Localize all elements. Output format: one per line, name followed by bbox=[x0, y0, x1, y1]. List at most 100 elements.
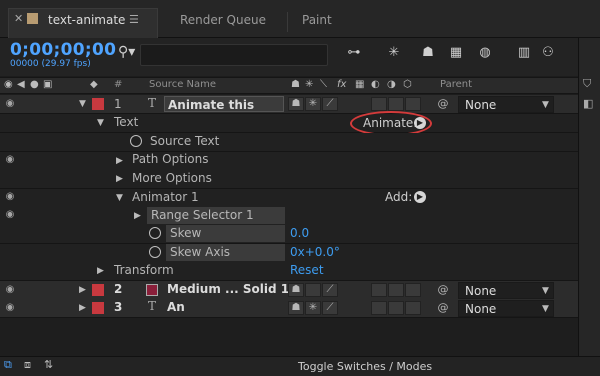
empty-layer-area[interactable] bbox=[0, 318, 578, 356]
quality-switch-header-icon[interactable]: ⟍ bbox=[320, 79, 327, 90]
source-text-label[interactable]: Source Text bbox=[150, 134, 219, 148]
switch-box[interactable] bbox=[405, 301, 421, 315]
expand-triangle-icon[interactable]: ▶ bbox=[79, 303, 86, 313]
shy-switch-icon[interactable]: ☗ bbox=[288, 97, 304, 111]
label-color-swatch[interactable] bbox=[92, 284, 104, 296]
quality-switch-icon[interactable]: ⟋ bbox=[322, 97, 338, 111]
current-time-display[interactable]: 0;00;00;00 bbox=[10, 40, 116, 60]
layer-switches-icon[interactable]: ⧉ bbox=[4, 358, 12, 372]
switch-box[interactable] bbox=[371, 97, 387, 111]
lock-column-icon[interactable]: ▣ bbox=[43, 79, 52, 90]
eye-icon[interactable]: ◉ bbox=[4, 302, 16, 314]
brainstorm-icon[interactable]: ⚇ bbox=[540, 45, 556, 61]
switch-box[interactable] bbox=[388, 283, 404, 297]
label-color-swatch[interactable] bbox=[92, 302, 104, 314]
parent-select[interactable]: None bbox=[458, 96, 554, 113]
eye-icon[interactable]: ◉ bbox=[4, 209, 16, 221]
switch-box[interactable] bbox=[405, 283, 421, 297]
graph-editor-icon[interactable]: ▥ bbox=[516, 45, 532, 61]
more-options-label[interactable]: More Options bbox=[132, 171, 212, 185]
tab-paint[interactable]: Paint bbox=[302, 8, 332, 32]
effects-switch-header[interactable]: fx bbox=[337, 79, 346, 90]
expand-triangle-icon[interactable]: ▶ bbox=[134, 211, 141, 221]
quality-switch-icon[interactable]: ⟋ bbox=[322, 301, 338, 315]
collapse-switch-icon[interactable]: ✳ bbox=[305, 97, 321, 111]
switch-box[interactable] bbox=[371, 283, 387, 297]
parent-select[interactable]: None bbox=[458, 300, 554, 317]
expand-triangle-icon[interactable]: ▶ bbox=[79, 285, 86, 295]
shy-switch-header-icon[interactable]: ☗ bbox=[291, 79, 300, 90]
transfer-controls-icon[interactable]: ⧈ bbox=[24, 358, 31, 372]
shy-switch-icon[interactable]: ☗ bbox=[288, 301, 304, 315]
close-icon[interactable]: ✕ bbox=[14, 12, 23, 25]
layer-name[interactable]: An bbox=[167, 300, 185, 314]
expand-triangle-icon[interactable]: ▼ bbox=[116, 193, 123, 203]
collapse-switch-header-icon[interactable]: ✳ bbox=[305, 79, 313, 90]
toggle-switches-modes-button[interactable]: Toggle Switches / Modes bbox=[298, 360, 432, 373]
parent-header[interactable]: Parent bbox=[440, 79, 472, 90]
switch-box[interactable] bbox=[405, 97, 421, 111]
switch-box[interactable] bbox=[388, 97, 404, 111]
shy-switch-icon[interactable]: ☗ bbox=[288, 283, 304, 297]
label-color-swatch[interactable] bbox=[92, 98, 104, 110]
switch-box[interactable] bbox=[388, 301, 404, 315]
pickwhip-icon[interactable]: @ bbox=[436, 301, 450, 315]
expand-triangle-icon[interactable]: ▶ bbox=[116, 156, 123, 166]
collapse-switch-box[interactable] bbox=[305, 283, 321, 297]
transform-label[interactable]: Transform bbox=[114, 263, 174, 277]
motion-blur-icon[interactable]: ◍ bbox=[477, 45, 493, 61]
switch-box[interactable] bbox=[371, 301, 387, 315]
stopwatch-icon[interactable] bbox=[149, 246, 161, 258]
pickwhip-icon[interactable]: @ bbox=[436, 283, 450, 297]
3d-layer-header-icon[interactable]: ⬡ bbox=[403, 79, 412, 90]
eye-icon[interactable]: ◉ bbox=[4, 98, 16, 110]
layer-name[interactable]: Medium ... Solid 1 bbox=[167, 282, 289, 296]
skew-axis-value[interactable]: 0x+0.0° bbox=[290, 245, 340, 259]
panel-options-icon[interactable]: ⛉ bbox=[583, 77, 591, 91]
video-column-icon[interactable]: ◉ bbox=[4, 79, 13, 90]
add-label[interactable]: Add: bbox=[385, 190, 412, 204]
expand-triangle-icon[interactable]: ▶ bbox=[97, 266, 104, 276]
audio-column-icon[interactable]: ◀ bbox=[17, 79, 25, 90]
path-options-label[interactable]: Path Options bbox=[132, 152, 208, 166]
expand-triangle-icon[interactable]: ▼ bbox=[79, 99, 86, 109]
chevron-down-icon[interactable]: ▼ bbox=[542, 286, 549, 296]
panel-menu-icon[interactable]: ☰ bbox=[129, 13, 139, 26]
layer-name[interactable]: Animate this text bbox=[164, 96, 284, 128]
layer-bar-icon[interactable]: ◧ bbox=[583, 97, 593, 110]
stopwatch-icon[interactable] bbox=[149, 227, 161, 239]
stopwatch-icon[interactable] bbox=[130, 135, 142, 147]
eye-icon[interactable]: ◉ bbox=[4, 154, 16, 166]
solo-column-icon[interactable]: ● bbox=[30, 79, 39, 90]
tab-render-queue[interactable]: Render Queue bbox=[180, 8, 266, 32]
label-column-icon[interactable]: ◆ bbox=[90, 79, 98, 90]
draft-3d-icon[interactable]: ✳ bbox=[386, 45, 402, 61]
range-selector-label[interactable]: Range Selector 1 bbox=[147, 207, 285, 224]
adjustment-layer-header-icon[interactable]: ◑ bbox=[387, 79, 396, 90]
eye-icon[interactable]: ◉ bbox=[4, 284, 16, 296]
expand-triangle-icon[interactable]: ▶ bbox=[116, 174, 123, 184]
chevron-down-icon[interactable]: ▼ bbox=[542, 100, 549, 110]
skew-value[interactable]: 0.0 bbox=[290, 226, 309, 240]
shy-layers-icon[interactable]: ☗ bbox=[420, 45, 436, 61]
pickwhip-icon[interactable]: @ bbox=[436, 97, 450, 111]
expand-triangle-icon[interactable]: ▼ bbox=[97, 118, 104, 128]
quality-switch-icon[interactable]: ⟋ bbox=[322, 283, 338, 297]
parent-value: None bbox=[465, 284, 497, 298]
reset-link[interactable]: Reset bbox=[290, 263, 324, 277]
collapse-switch-icon[interactable]: ✳ bbox=[305, 301, 321, 315]
parent-select[interactable]: None bbox=[458, 282, 554, 299]
eye-icon[interactable]: ◉ bbox=[4, 191, 16, 203]
layer-number-header[interactable]: # bbox=[114, 79, 122, 90]
search-input[interactable] bbox=[140, 44, 328, 66]
add-menu-icon[interactable]: ▶ bbox=[414, 191, 426, 203]
in-out-icon[interactable]: ⇅ bbox=[44, 358, 53, 371]
frame-blend-header-icon[interactable]: ▦ bbox=[355, 79, 364, 90]
frame-blending-icon[interactable]: ▦ bbox=[448, 45, 464, 61]
motion-blur-header-icon[interactable]: ◐ bbox=[371, 79, 380, 90]
search-icon[interactable]: ⚲▾ bbox=[118, 44, 135, 60]
chevron-down-icon[interactable]: ▼ bbox=[542, 304, 549, 314]
animator-label[interactable]: Animator 1 bbox=[132, 190, 199, 204]
comp-mini-flowchart-icon[interactable]: ⊶ bbox=[346, 45, 362, 61]
source-name-header[interactable]: Source Name bbox=[149, 79, 216, 90]
